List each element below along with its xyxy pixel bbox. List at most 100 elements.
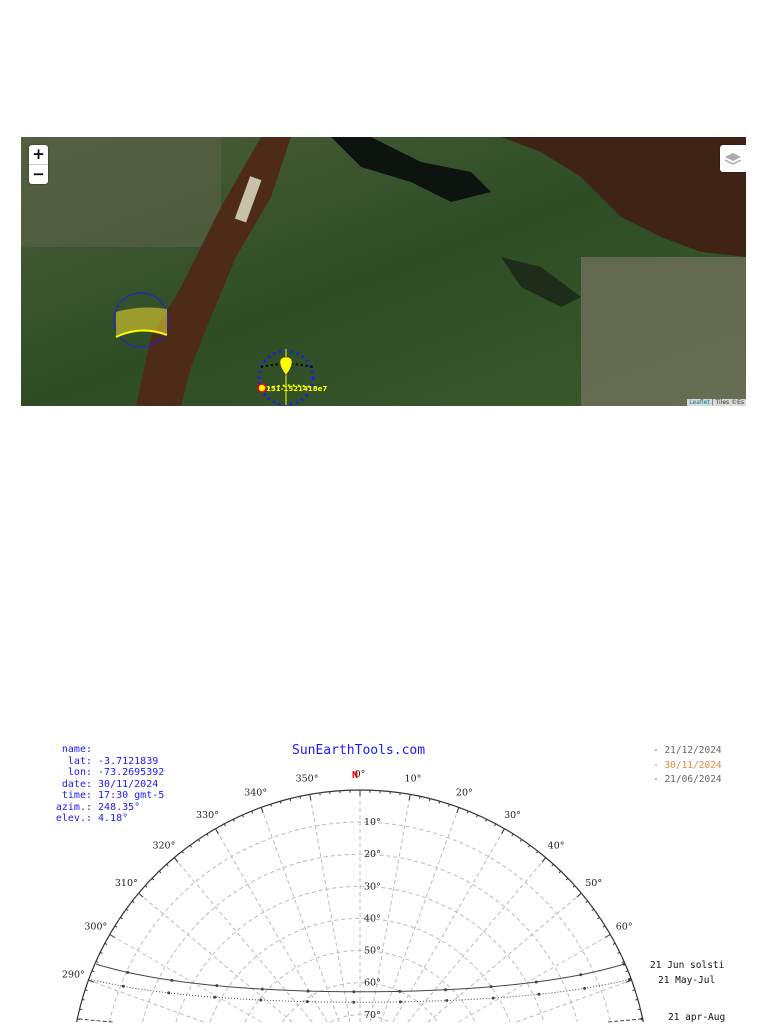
tick [232,819,235,822]
tick [260,807,264,814]
hour-marker [491,996,495,1000]
azimuth-label: 10° [405,774,422,785]
tick [558,870,562,874]
azimuth-label: 300° [84,921,107,932]
hour-marker [352,990,356,994]
tick [501,828,505,835]
tick [485,819,488,822]
elevation-label: 30° [364,881,381,892]
tick [466,810,469,814]
azimuth-spoke [215,828,328,1023]
map-attribution: Leaflet | Tiles ©Es [687,399,746,406]
zoom-control: + − [29,145,48,184]
tick [621,960,625,963]
elevation-label: 60° [364,978,381,989]
sun-path-line [77,1018,113,1023]
azimuth-label: 320° [152,840,175,851]
tick [612,942,616,945]
tick [585,900,589,904]
tick [597,916,600,920]
hour-marker [215,984,219,988]
elevation-label: 10° [364,817,381,828]
hour-marker [259,998,263,1002]
tick [215,828,219,835]
hour-marker [121,984,125,988]
azimuth-spoke [427,892,582,1023]
tick [109,934,116,938]
hour-marker [126,970,130,974]
tick [91,970,95,973]
azimuth-label: 60° [616,921,633,932]
azimuth-label: 50° [585,878,602,889]
azimuth-label: 310° [115,878,138,889]
hour-marker [305,1000,309,1004]
azimuth-spoke [173,857,313,1023]
tick [602,925,606,928]
tick [125,908,129,912]
tick [637,1008,641,1011]
layers-button[interactable] [720,145,746,172]
tick [173,857,179,863]
tick [158,870,162,874]
elevation-label: 70° [364,1010,381,1021]
tick [494,823,497,827]
tick [591,908,595,912]
tick [79,1008,83,1011]
tick [617,951,620,954]
tick [625,970,629,973]
hour-marker [445,999,449,1003]
tick [419,796,421,799]
tick [408,794,411,801]
hour-marker [444,988,448,992]
leaflet-link[interactable]: Leaflet [689,399,709,406]
satellite-map[interactable]: 151-1521418e7 + − Leaflet | Tiles ©Es [21,137,746,406]
tick [88,979,95,983]
tick [604,934,611,938]
sun-path-chart: 350° 0° 10°20°30°40°50°60°290°300°310°320°… [62,769,725,1023]
tick [95,960,99,963]
tick [572,885,576,888]
tick [299,796,301,799]
tick [120,916,123,920]
marker-label: 151-1521418e7 [266,385,328,393]
azimuth-spoke [88,979,204,1023]
tick [551,863,554,867]
tick [138,892,144,898]
tick [527,844,531,848]
hour-marker [260,987,264,991]
hour-marker [167,991,171,995]
tick [181,850,185,854]
elevation-label: 50° [364,946,381,957]
hour-marker [534,980,538,984]
azimuth-label: 330° [196,810,219,821]
azimuth-spoke [109,934,262,1023]
azimuth-spoke [138,892,293,1023]
azimuth-spoke [516,979,632,1023]
tick [476,814,479,818]
tick [565,877,569,881]
tick [541,857,547,863]
zoom-out-button[interactable]: − [29,164,48,184]
zoom-in-button[interactable]: + [29,145,48,164]
tick [438,801,441,804]
hour-marker [627,977,631,981]
hour-marker [352,1000,356,1004]
tick [251,810,254,814]
hour-marker [640,1017,644,1021]
tick [535,850,539,854]
elevation-label: 20° [364,849,381,860]
tick [511,833,514,837]
tick [289,798,292,802]
tick [144,885,148,888]
tick [166,863,169,867]
hour-marker [622,962,626,966]
map-tiles [21,137,746,406]
sun-path-line [607,1018,643,1023]
tick [456,807,460,814]
tick [131,900,135,904]
azimuth-label: 20° [456,787,473,798]
tick [189,844,193,848]
elevation-label: 40° [364,913,381,924]
tick [114,925,118,928]
azimuth-label: 290° [62,970,85,981]
